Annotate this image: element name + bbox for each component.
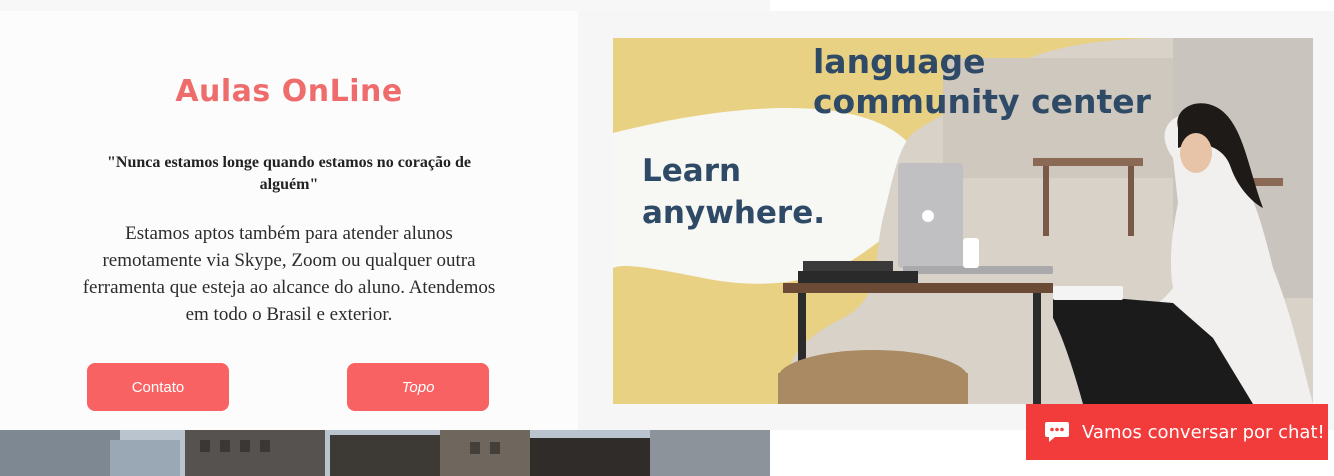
section-description: Estamos aptos também para atender alunos… bbox=[82, 223, 496, 325]
section-title: Aulas OnLine bbox=[175, 74, 403, 109]
city-buildings-background bbox=[0, 430, 770, 476]
chat-widget-label: Vamos conversar por chat! bbox=[1082, 421, 1325, 443]
promo-heading-line-1: language bbox=[813, 42, 986, 81]
back-to-top-button[interactable]: Topo bbox=[347, 363, 489, 411]
chat-bubble-icon bbox=[1044, 421, 1070, 443]
contact-button[interactable]: Contato bbox=[87, 363, 229, 411]
section-quote: "Nunca estamos longe quando estamos no c… bbox=[107, 154, 471, 193]
city-skyline-illustration bbox=[0, 430, 770, 476]
language-community-promo-image: language community center Learn anywhere… bbox=[613, 38, 1313, 404]
promo-tagline-line-2: anywhere. bbox=[642, 195, 826, 231]
promo-heading: language community center bbox=[813, 42, 1173, 122]
promo-tagline-line-1: Learn bbox=[642, 153, 742, 189]
promo-tagline: Learn anywhere. bbox=[642, 150, 862, 234]
chat-widget-button[interactable]: Vamos conversar por chat! bbox=[1026, 404, 1328, 460]
promo-heading-line-2: community center bbox=[813, 82, 1151, 121]
top-strip-right bbox=[770, 0, 1334, 11]
